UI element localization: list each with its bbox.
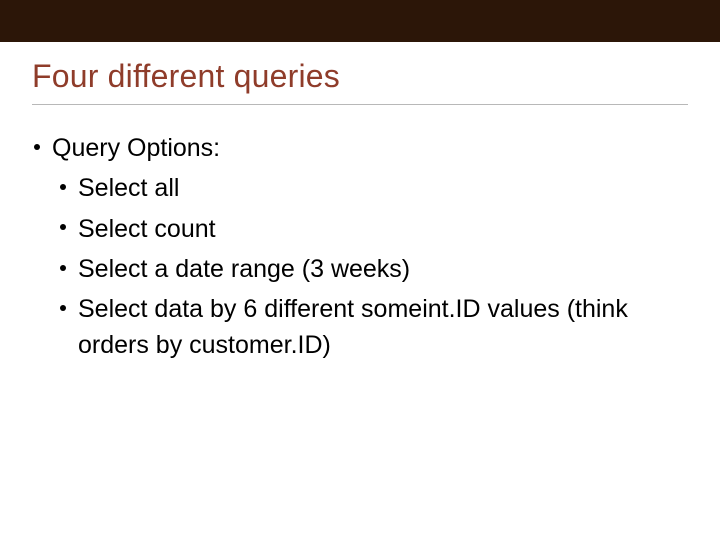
bullet-level2: Select all — [34, 170, 680, 206]
bullet-level2: Select count — [34, 211, 680, 247]
bullet-text: Select a date range (3 weeks) — [78, 255, 410, 283]
bullet-dot-icon — [60, 305, 66, 311]
slide-title: Four different queries — [32, 58, 340, 95]
bullet-dot-icon — [60, 184, 66, 190]
bullet-level2: Select data by 6 different someint.ID va… — [34, 291, 680, 364]
bullet-dot-icon — [34, 144, 40, 150]
bullet-dot-icon — [60, 224, 66, 230]
bullet-level1: Query Options: — [34, 130, 680, 166]
bullet-dot-icon — [60, 265, 66, 271]
bullet-text: Select data by 6 different someint.ID va… — [78, 295, 628, 359]
header-band — [0, 0, 720, 42]
slide-body: Query Options: Select all Select count S… — [34, 130, 680, 368]
bullet-text: Query Options: — [52, 134, 220, 162]
bullet-level2: Select a date range (3 weeks) — [34, 251, 680, 287]
title-underline — [32, 104, 688, 105]
bullet-text: Select all — [78, 174, 179, 202]
bullet-text: Select count — [78, 215, 216, 243]
slide: Four different queries Query Options: Se… — [0, 0, 720, 540]
